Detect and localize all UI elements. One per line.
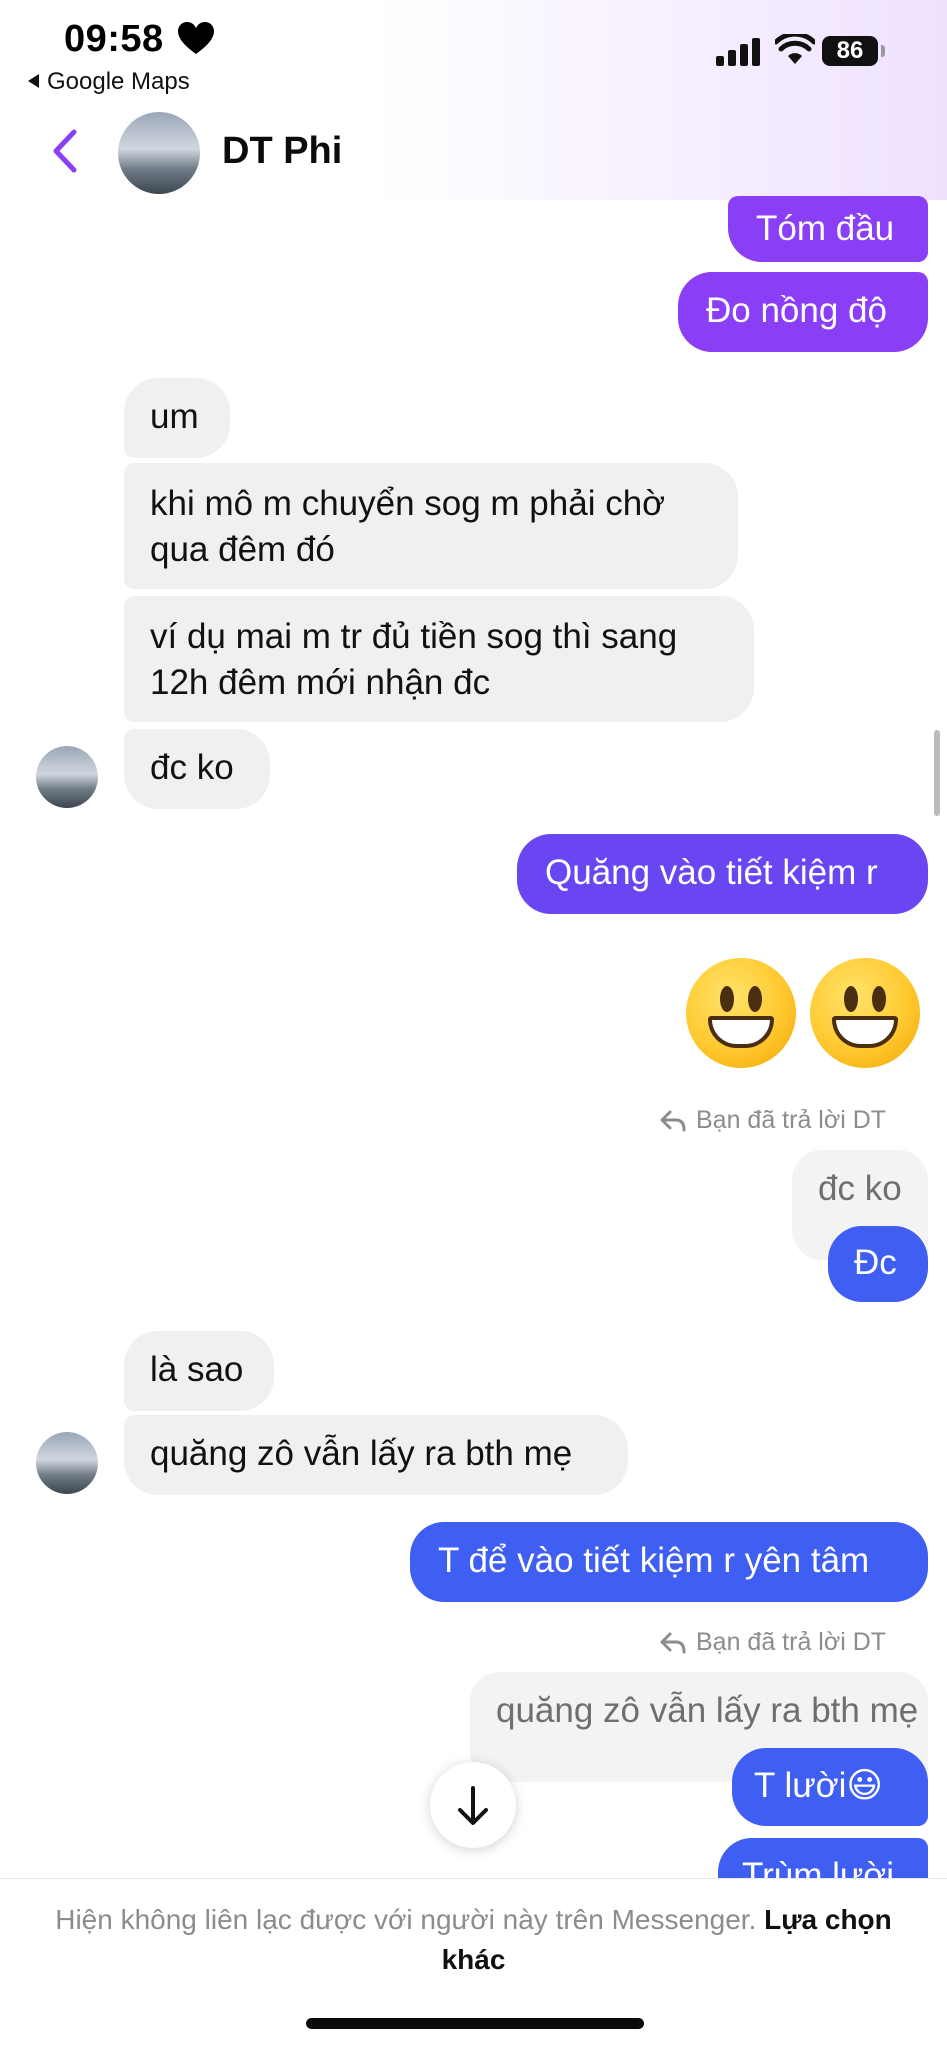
arrow-down-icon	[458, 1786, 488, 1825]
message-text: T để vào tiết kiệm r yên tâm	[438, 1541, 870, 1580]
battery-indicator: 86	[822, 36, 878, 66]
unavailable-notice: Hiện không liên lạc được với người này t…	[40, 1900, 907, 1980]
reply-arrow-icon	[660, 1110, 686, 1132]
message-text: quăng zô vẫn lấy ra bth mẹ	[150, 1434, 573, 1473]
back-to-app-link[interactable]: Google Maps	[28, 68, 190, 96]
home-indicator[interactable]	[306, 2018, 644, 2029]
contact-avatar-small[interactable]	[36, 1432, 98, 1494]
message-line: qua đêm đó	[150, 530, 335, 569]
message-text: T lười😃	[754, 1766, 883, 1805]
message-bubble-incoming[interactable]: là sao	[124, 1331, 274, 1411]
reply-note: Bạn đã trả lời DT	[660, 1628, 886, 1657]
scroll-to-bottom-button[interactable]	[430, 1762, 516, 1848]
reply-arrow-icon	[660, 1632, 686, 1654]
message-text: Quăng vào tiết kiệm r	[545, 853, 878, 892]
quoted-text: đc ko	[818, 1169, 902, 1208]
notice-text: Hiện không liên lạc được với người này t…	[55, 1904, 757, 1935]
message-bubble-incoming[interactable]: quăng zô vẫn lấy ra bth mẹ	[124, 1415, 628, 1495]
message-line: 12h đêm mới nhận đc	[150, 663, 491, 702]
message-bubble-incoming[interactable]: đc ko	[124, 729, 270, 809]
message-bubble-outgoing[interactable]: Đc	[828, 1226, 928, 1302]
quoted-text: quăng zô vẫn lấy ra bth mẹ	[496, 1691, 919, 1730]
back-triangle-icon	[28, 73, 39, 88]
back-app-label: Google Maps	[47, 68, 190, 95]
message-text: Tóm đầu	[756, 209, 895, 248]
reply-note: Bạn đã trả lời DT	[660, 1106, 886, 1135]
contact-name[interactable]: DT Phi	[222, 130, 342, 173]
wifi-icon	[775, 34, 815, 64]
battery-cap	[881, 45, 885, 57]
message-bubble-outgoing[interactable]: T để vào tiết kiệm r yên tâm	[410, 1522, 928, 1602]
smiley-emoji[interactable]	[686, 958, 796, 1068]
smiley-emoji[interactable]	[810, 958, 920, 1068]
message-text: um	[150, 397, 199, 436]
heart-icon	[178, 22, 214, 54]
chevron-left-icon[interactable]	[50, 128, 78, 174]
message-text: Đo nồng độ	[706, 291, 887, 330]
status-time: 09:58	[64, 18, 164, 60]
contact-avatar[interactable]	[118, 112, 200, 194]
message-line: ví dụ mai m tr đủ tiền sog thì sang	[150, 617, 678, 656]
message-text: là sao	[150, 1350, 244, 1389]
message-bubble-outgoing[interactable]: Tóm đầu	[728, 196, 928, 262]
message-bubble-outgoing[interactable]: Đo nồng độ	[678, 272, 928, 352]
signal-icon	[716, 38, 760, 66]
message-text: Đc	[854, 1243, 897, 1282]
contact-avatar-small[interactable]	[36, 746, 98, 808]
message-bubble-incoming[interactable]: um	[124, 378, 230, 458]
scrollbar[interactable]	[934, 730, 940, 816]
message-bubble-outgoing[interactable]: T lười😃	[732, 1748, 928, 1826]
message-text: đc ko	[150, 748, 234, 787]
message-bubble-incoming[interactable]: ví dụ mai m tr đủ tiền sog thì sang 12h …	[124, 596, 754, 722]
message-bubble-outgoing[interactable]: Quăng vào tiết kiệm r	[517, 834, 928, 914]
message-line: khi mô m chuyển sog m phải chờ	[150, 484, 666, 523]
message-bubble-incoming[interactable]: khi mô m chuyển sog m phải chờ qua đêm đ…	[124, 463, 738, 589]
